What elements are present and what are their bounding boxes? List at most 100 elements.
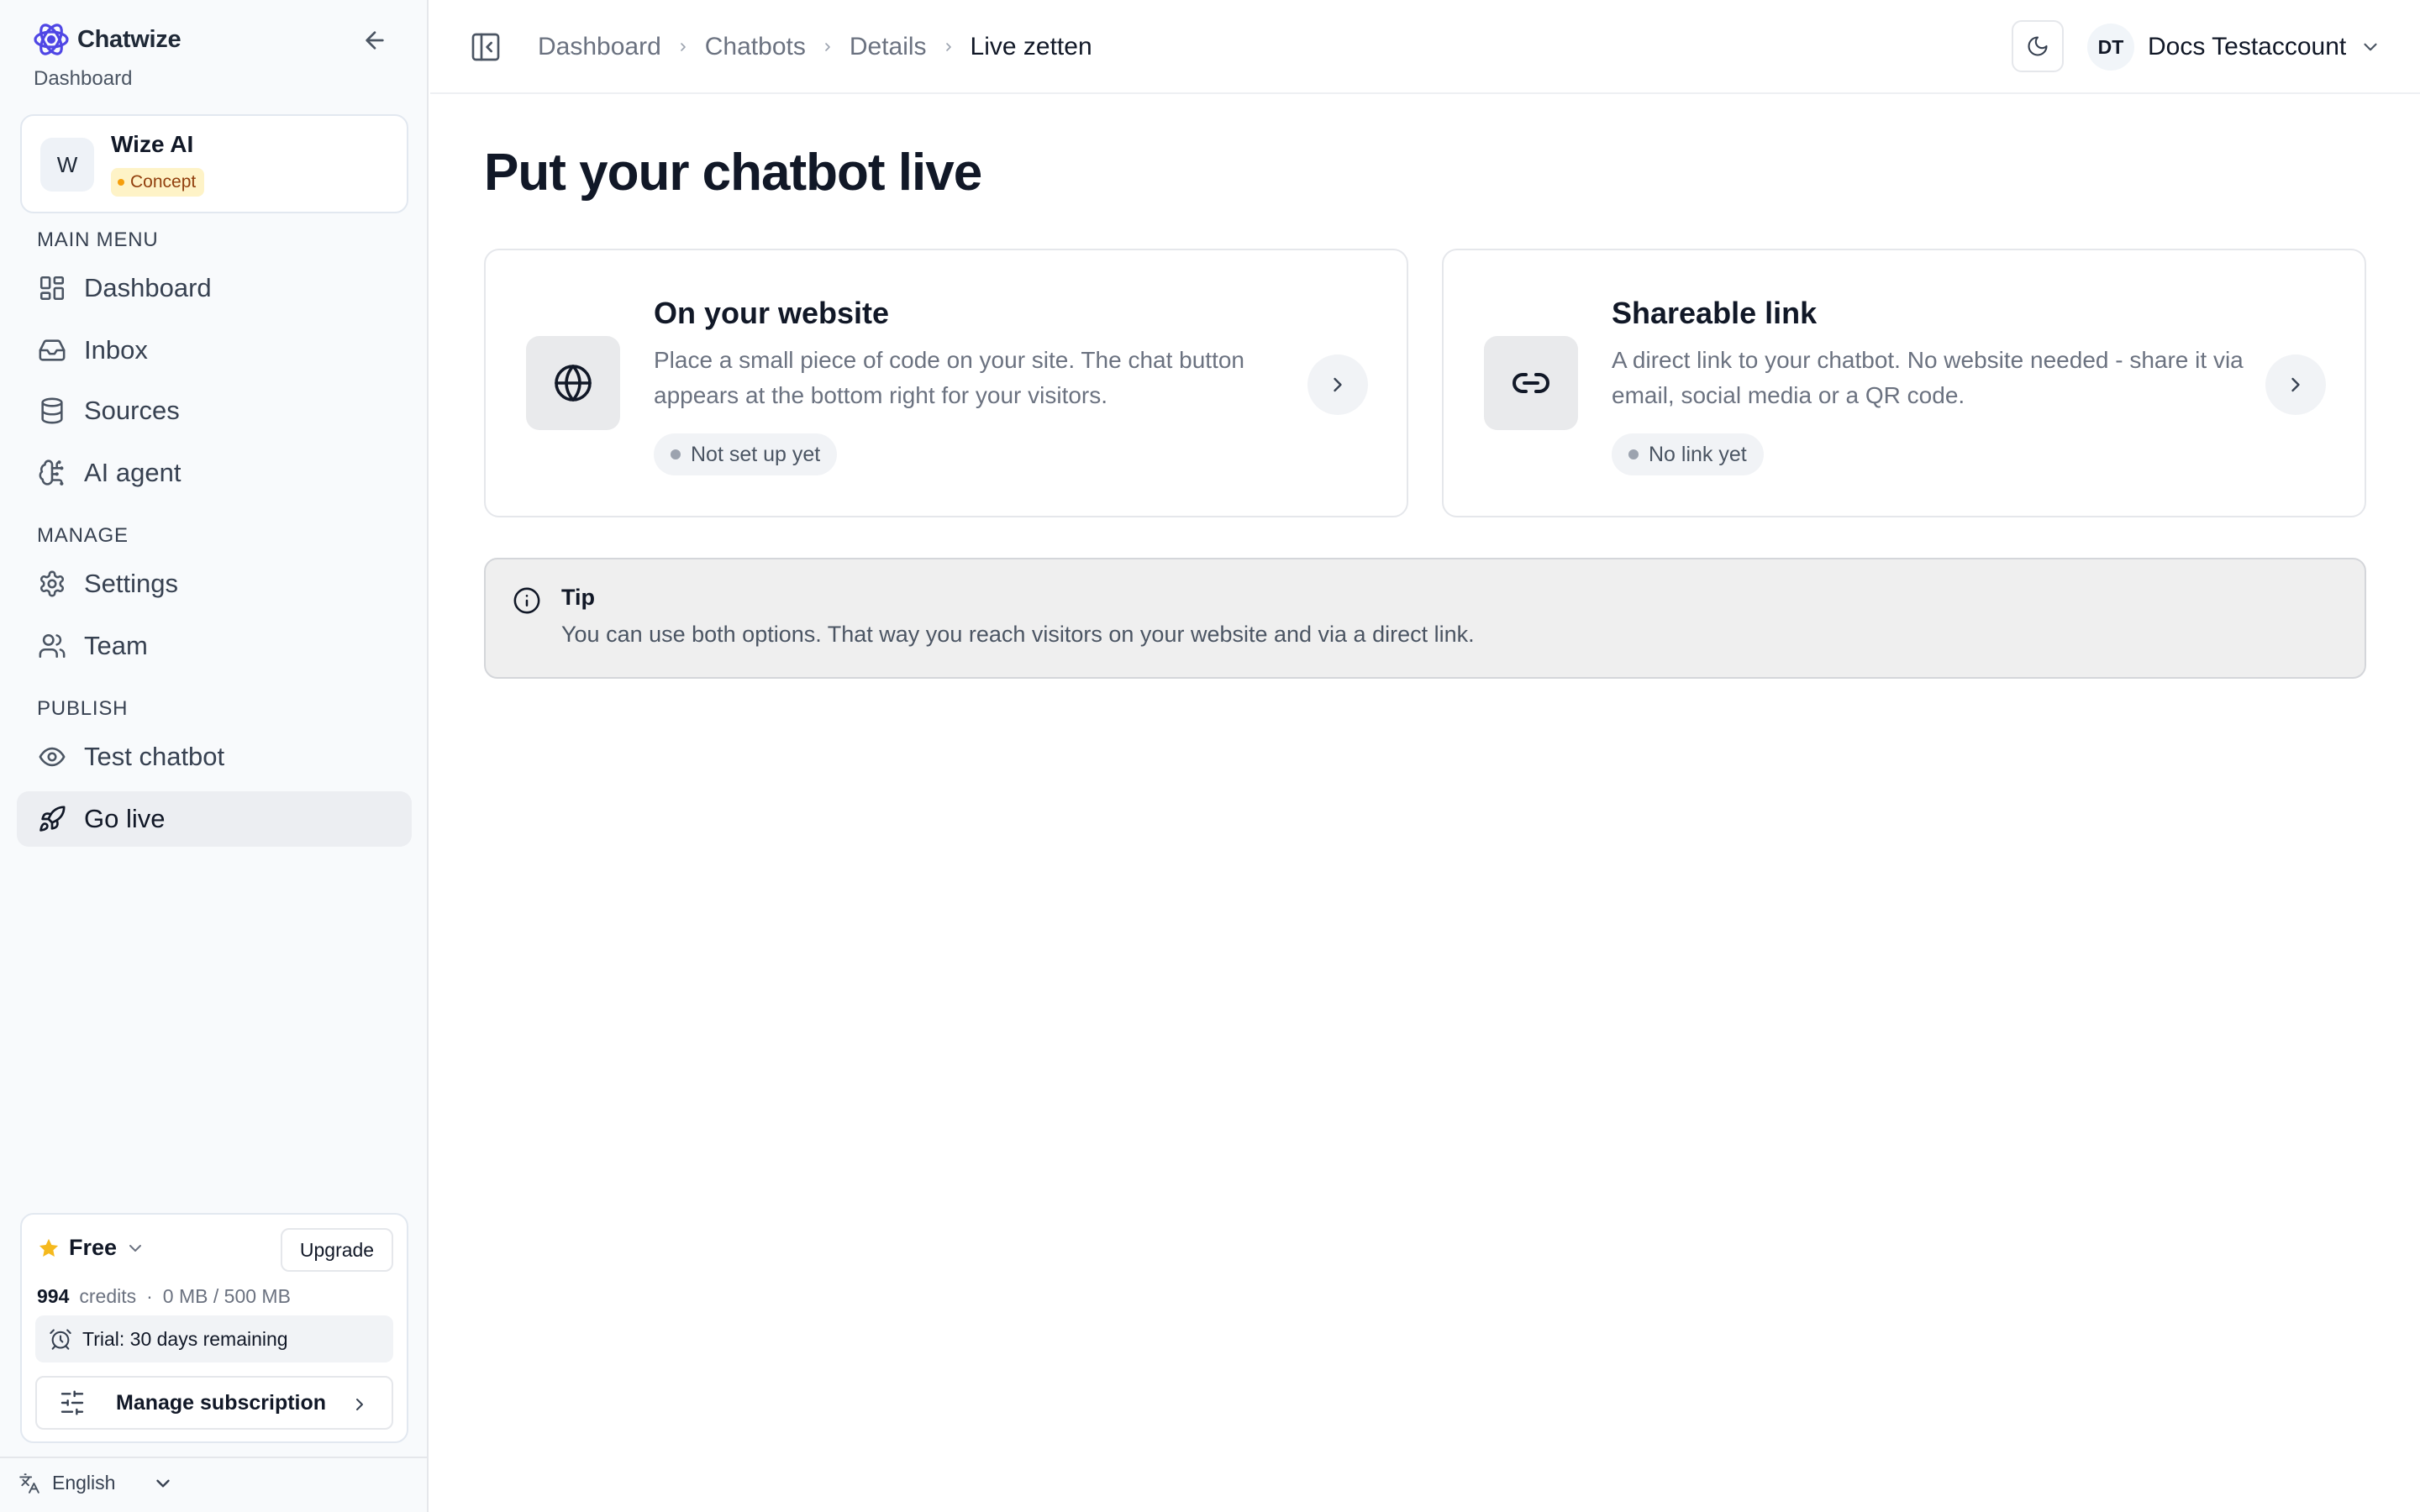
page-title: Put your chatbot live [484,144,982,202]
option-title: On your website [654,296,890,330]
sidebar-item-go-live[interactable]: Go live [17,791,412,847]
plan-card: Free Upgrade 994 credits · 0 MB / 500 MB… [20,1213,408,1443]
manage-subscription-label: Manage subscription [116,1390,327,1415]
status-label: Not set up yet [691,442,821,466]
arrow-left-icon [366,31,384,50]
sidebar-item-label: Settings [84,569,179,598]
database-icon [37,396,67,426]
open-link-option-button[interactable] [2265,354,2326,415]
sidebar-item-sources[interactable]: Sources [17,383,412,438]
brain-icon [37,458,67,488]
bot-name: Wize AI [111,131,194,157]
info-icon [513,586,541,615]
brand-subtitle: Dashboard [34,67,133,90]
status-label: No link yet [1649,442,1747,466]
breadcrumb-details[interactable]: Details [850,33,927,61]
chevron-down-icon [125,1238,145,1258]
globe-icon [526,336,620,430]
breadcrumb-dashboard[interactable]: Dashboard [538,33,661,61]
sidebar-item-ai-agent[interactable]: AI agent [17,445,412,501]
status-dot [1628,449,1639,459]
chevron-down-icon [2360,36,2381,58]
sidebar-item-label: Test chatbot [84,742,225,771]
storage-usage: 0 MB / 500 MB [162,1285,291,1307]
avatar: DT [2087,24,2134,71]
chatwize-logo-icon [30,18,72,60]
brand[interactable]: Chatwize [30,18,182,60]
credits-label: credits [79,1285,137,1307]
language-bar: English [0,1457,427,1512]
link-icon [1484,336,1578,430]
inbox-icon [37,335,67,365]
chevron-right-icon [2291,377,2300,392]
sidebar-item-label: Go live [84,804,166,833]
sidebar-item-label: Team [84,631,148,660]
trial-text: Trial: 30 days remaining [82,1327,288,1350]
sidebar-item-test-chatbot[interactable]: Test chatbot [17,729,412,785]
moon-icon [2028,36,2048,56]
theme-toggle-button[interactable] [2012,20,2064,72]
section-label-manage: MANAGE [37,524,129,547]
option-card-shareable-link[interactable]: Shareable link A direct link to your cha… [1442,249,2366,517]
sidebar-item-team[interactable]: Team [17,618,412,674]
status-badge-label: Concept [130,172,197,192]
section-label-main-menu: MAIN MENU [37,228,159,251]
sliders-icon [59,1389,86,1416]
plan-selector[interactable]: Free [37,1235,145,1261]
user-menu[interactable]: DT Docs Testaccount [2087,24,2381,71]
sidebar-item-label: Dashboard [84,273,212,302]
chevron-right-icon [680,43,686,51]
user-name: Docs Testaccount [2148,33,2347,60]
sidebar: Chatwize Dashboard W Wize AI Concept MAI… [0,0,429,1512]
chevron-down-icon [152,1473,174,1494]
open-website-option-button[interactable] [1307,354,1368,415]
panel-left-close-icon [471,33,500,61]
collapse-sidebar-button[interactable] [358,25,392,55]
sidebar-item-dashboard[interactable]: Dashboard [17,260,412,316]
breadcrumb-chatbots[interactable]: Chatbots [705,33,806,61]
brand-name: Chatwize [77,25,182,53]
credits-value: 994 [37,1285,70,1307]
option-title: Shareable link [1612,296,1818,330]
option-description: Place a small piece of code on your site… [654,347,1245,408]
tip-title: Tip [561,585,595,610]
chevron-right-icon [825,43,830,51]
language-selector[interactable]: English [18,1472,174,1494]
status-badge: Not set up yet [654,433,838,475]
tip-callout: Tip You can use both options. That way y… [484,558,2366,679]
sidebar-item-label: AI agent [84,458,182,487]
plan-name: Free [69,1235,118,1260]
topbar: Dashboard Chatbots Details Live zetten D… [430,0,2420,94]
language-label: English [52,1472,116,1494]
chevron-right-icon [350,1394,370,1415]
sidebar-item-settings[interactable]: Settings [17,556,412,612]
bot-avatar: W [40,138,94,192]
status-dot [118,179,124,186]
sidebar-item-inbox[interactable]: Inbox [17,323,412,378]
alarm-clock-icon [49,1327,72,1351]
gear-icon [37,569,67,599]
chatbot-selector[interactable]: W Wize AI Concept [20,114,408,213]
section-label-publish: PUBLISH [37,697,129,720]
breadcrumb: Dashboard Chatbots Details Live zetten [538,30,1092,64]
status-badge: No link yet [1612,433,1764,475]
languages-icon [18,1473,40,1494]
option-description: A direct link to your chatbot. No websit… [1612,347,2244,408]
status-dot [671,449,681,459]
layout-grid-icon [37,273,67,303]
option-card-website[interactable]: On your website Place a small piece of c… [484,249,1408,517]
manage-subscription-button[interactable]: Manage subscription [35,1376,393,1430]
sidebar-item-label: Sources [84,396,180,425]
rocket-icon [37,804,67,834]
eye-icon [37,742,67,772]
upgrade-button[interactable]: Upgrade [281,1228,393,1272]
chevron-right-icon [1334,377,1342,392]
star-icon [37,1236,60,1260]
status-badge: Concept [111,168,205,197]
breadcrumb-current: Live zetten [970,33,1092,60]
sidebar-item-label: Inbox [84,335,148,365]
credits-summary: 994 credits · 0 MB / 500 MB [37,1285,291,1308]
toggle-sidebar-button[interactable] [469,30,502,64]
trial-notice: Trial: 30 days remaining [35,1315,393,1362]
chevron-right-icon [945,43,951,51]
